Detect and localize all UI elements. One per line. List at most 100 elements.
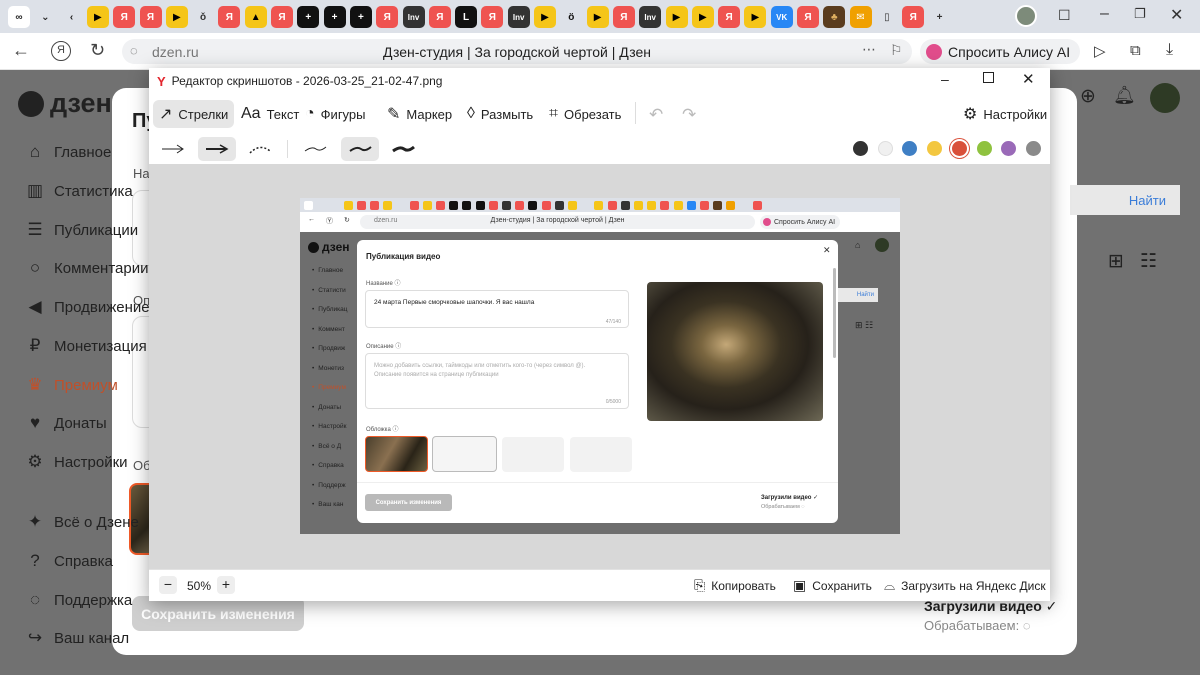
sidebar-item[interactable]: ⌂ Главное [24, 140, 111, 164]
tab-inv-icon[interactable]: Inv [402, 6, 425, 28]
tool-arrow[interactable]: ↗ Стрелки [153, 100, 235, 128]
zoom-out-button[interactable]: − [159, 576, 177, 594]
user-avatar[interactable] [1150, 83, 1180, 113]
tab-ya-icon[interactable]: Я [797, 6, 819, 28]
tab-vk-icon[interactable]: VK [770, 6, 793, 28]
tab-ya-icon[interactable]: Я [271, 6, 293, 28]
add-icon[interactable]: ⊕ [1080, 85, 1096, 108]
arrow-style-medium[interactable] [198, 137, 236, 161]
downloads-icon[interactable]: ⤓ [1166, 41, 1173, 59]
tab-back-small-icon[interactable]: ‹ [60, 6, 83, 28]
tab-yt-icon[interactable]: ▶ [586, 6, 609, 28]
redo-icon[interactable]: ↷ [682, 105, 696, 125]
close-window-icon[interactable]: ✕ [1170, 5, 1183, 25]
tab-yt-icon[interactable]: ▶ [691, 6, 714, 28]
tab-yt-icon[interactable]: ▶ [744, 6, 767, 28]
sidebar-item[interactable]: ↪ Ваш канал [24, 626, 129, 650]
tab-ya-icon[interactable]: Я [139, 6, 162, 28]
stroke-medium[interactable] [341, 137, 379, 161]
back-icon[interactable]: ← [12, 40, 30, 60]
find-button[interactable]: Найти [1070, 185, 1180, 215]
tool-marker[interactable]: ✎ Маркер [381, 100, 458, 128]
tab-l-icon[interactable]: L [455, 6, 478, 28]
tab-plus-square-icon[interactable]: + [323, 6, 346, 28]
tab-ya-icon[interactable]: Я [902, 6, 925, 28]
tab-doc-icon[interactable]: ▯ [875, 6, 898, 28]
upload-disk-button[interactable]: ⌓ Загрузить на Яндекс Диск [884, 577, 1046, 594]
color-swatch[interactable] [1025, 141, 1041, 156]
color-swatch[interactable] [1001, 141, 1017, 156]
more-icon[interactable]: ⋯ [862, 41, 876, 58]
sidebar-item[interactable]: ▥ Статистика [24, 179, 133, 203]
tab-ya-icon[interactable]: Я [718, 6, 741, 28]
yandex-home-icon[interactable]: Я [51, 41, 71, 61]
tab-ya-icon[interactable]: Я [113, 6, 136, 28]
bookmarks-icon[interactable]: ☐ [1058, 7, 1071, 24]
copy-button[interactable]: ⎘ Копировать [694, 577, 776, 594]
tab-yt-icon[interactable]: ▶ [165, 6, 188, 28]
tab-plus-square-icon[interactable]: + [297, 6, 320, 28]
tab-mail-icon[interactable]: ✉ [849, 6, 872, 28]
translate-icon[interactable]: ⧉ [1130, 42, 1141, 59]
tab-new-tab-icon[interactable]: + [928, 6, 951, 28]
grid-view-icon[interactable]: ⊞ [1108, 250, 1124, 273]
color-swatch[interactable] [951, 141, 967, 156]
tool-shapes[interactable]: ◔ Фигуры [299, 100, 372, 128]
tab-ya-icon[interactable]: Я [428, 6, 451, 28]
tab-mushroom-icon[interactable]: ♣ [823, 6, 846, 28]
tab-infinity-icon[interactable]: ∞ [8, 6, 30, 28]
alice-button[interactable]: Спросить Алису AI [920, 39, 1081, 64]
color-swatch[interactable] [877, 141, 893, 156]
minimize-icon[interactable]: – [1100, 5, 1109, 23]
reload-icon[interactable]: ↻ [90, 40, 105, 60]
arrow-style-dotted[interactable] [245, 137, 277, 161]
tab-ya-icon[interactable]: Я [612, 6, 635, 28]
tab-chevron-down-icon[interactable]: ⌄ [34, 6, 57, 28]
list-view-icon[interactable]: ☷ [1140, 250, 1157, 273]
color-swatch[interactable] [902, 141, 918, 156]
editor-maximize-icon[interactable] [983, 72, 994, 83]
sidebar-item[interactable]: ○ Комментарии [24, 256, 149, 280]
sidebar-item[interactable]: ♛ Премиум [24, 373, 117, 397]
tab-yt-icon[interactable]: ▶ [665, 6, 688, 28]
tab-inv-icon[interactable]: Inv [639, 6, 662, 28]
profile-avatar[interactable] [1015, 5, 1037, 27]
media-icon[interactable]: ▷ [1094, 42, 1106, 60]
zoom-in-button[interactable]: + [217, 576, 235, 594]
tool-crop[interactable]: ⌗ Обрезать [543, 100, 627, 128]
tab-yt-icon[interactable]: ▶ [534, 6, 556, 28]
save-button[interactable]: ▣ Сохранить [793, 577, 872, 594]
sidebar-item[interactable]: ☰ Публикации [24, 218, 138, 242]
tab-bottle-icon[interactable]: ǒ [192, 6, 215, 28]
sidebar-item[interactable]: ₽ Монетизация [24, 334, 147, 358]
color-swatch[interactable] [976, 141, 992, 156]
tab-ya-icon[interactable]: Я [218, 6, 241, 28]
stroke-thick[interactable] [387, 137, 419, 161]
editor-minimize-icon[interactable]: – [941, 71, 949, 87]
tab-yt-icon[interactable]: ▶ [86, 6, 109, 28]
sidebar-item[interactable]: ✦ Всё о Дзене [24, 510, 139, 534]
sidebar-item[interactable]: ? Справка [24, 549, 113, 573]
dzen-logo[interactable]: дзен [18, 88, 112, 119]
sidebar-item[interactable]: ◀ Продвижение [24, 295, 149, 319]
tab-image-icon[interactable]: ▲ [244, 6, 267, 28]
sidebar-item[interactable]: ◌ Поддержка [24, 588, 132, 612]
bell-icon[interactable]: 🔔︎ [1113, 85, 1136, 106]
tab-ya-icon[interactable]: Я [481, 6, 504, 28]
arrow-style-thin[interactable] [158, 137, 188, 161]
save-changes-button[interactable]: Сохранить изменения [132, 596, 304, 631]
tab-ya-icon[interactable]: Я [376, 6, 399, 28]
tab-plus-square-icon[interactable]: + [349, 6, 372, 28]
tab-inv-icon[interactable]: Inv [507, 6, 530, 28]
editor-close-icon[interactable]: ✕ [1022, 70, 1035, 88]
bookmark-icon[interactable]: ⚐ [890, 42, 903, 59]
color-swatch[interactable] [927, 141, 943, 156]
color-swatch[interactable] [853, 141, 868, 156]
undo-icon[interactable]: ↶ [649, 105, 663, 125]
stroke-thin[interactable] [299, 137, 331, 161]
tool-blur[interactable]: ◊ Размыть [461, 100, 539, 128]
sidebar-item[interactable]: ♥ Донаты [24, 411, 107, 435]
url-field[interactable]: ◌ dzen.ru Дзен-студия | За городской чер… [122, 39, 912, 64]
restore-icon[interactable]: ❐ [1134, 6, 1146, 22]
tab-eyes-icon[interactable]: ö [560, 6, 583, 28]
